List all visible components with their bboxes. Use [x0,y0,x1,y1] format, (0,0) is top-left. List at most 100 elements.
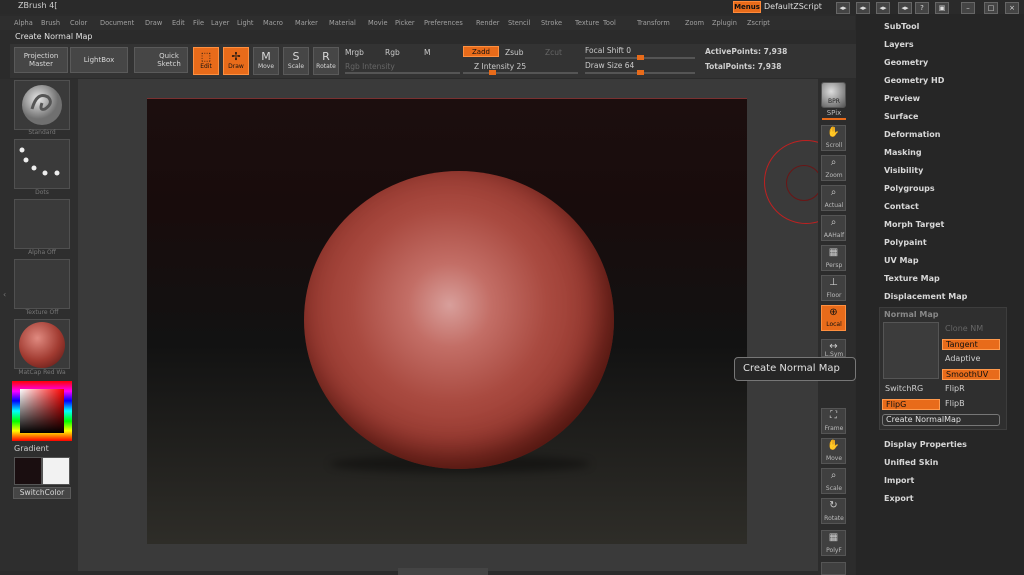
bottom-tray-handle[interactable] [398,568,488,575]
quick-sketch-button[interactable]: Quick Sketch [134,47,188,73]
scale-button[interactable]: S Scale [283,47,309,75]
menu-file[interactable]: File [193,19,204,27]
palette-display-properties[interactable]: Display Properties [884,440,967,449]
palette-preview[interactable]: Preview [884,94,920,103]
clone-nm-button[interactable]: Clone NM [942,324,1000,335]
palette-visibility[interactable]: Visibility [884,166,923,175]
projection-master-button[interactable]: Projection Master [14,47,68,73]
draw-size-slider[interactable]: Draw Size 64 [585,61,634,70]
menu-macro[interactable]: Macro [263,19,283,27]
palette-deformation[interactable]: Deformation [884,130,940,139]
flipb-toggle[interactable]: FlipB [942,399,1000,410]
focal-shift-slider[interactable]: Focal Shift 0 [585,46,631,55]
switchrg-toggle[interactable]: SwitchRG [882,384,940,395]
zsub-button[interactable]: Zsub [505,48,524,57]
texture-thumbnail[interactable] [14,259,70,309]
gradient-label[interactable]: Gradient [14,444,49,453]
palette-surface[interactable]: Surface [884,112,918,121]
window-close-icon[interactable]: × [1005,2,1019,14]
menu-zoom[interactable]: Zoom [685,19,704,27]
menu-layer[interactable]: Layer [211,19,229,27]
tangent-toggle[interactable]: Tangent [942,339,1000,350]
stroke-thumbnail[interactable] [14,139,70,189]
menu-movie[interactable]: Movie [368,19,388,27]
help-icon[interactable]: ? [915,2,929,14]
menu-preferences[interactable]: Preferences [424,19,463,27]
create-normalmap-button[interactable]: Create NormalMap [882,414,1000,426]
switch-color-button[interactable]: SwitchColor [13,487,71,499]
palette-polygroups[interactable]: Polygroups [884,184,935,193]
palette-geometry[interactable]: Geometry [884,58,928,67]
brush-thumbnail[interactable] [14,80,70,130]
window-maximize-icon[interactable]: □ [984,2,998,14]
nav-left-icon[interactable]: ◂▸ [836,2,850,14]
spix-slider[interactable]: SPix [817,109,851,117]
menu-material[interactable]: Material [329,19,356,27]
palette-layers[interactable]: Layers [884,40,914,49]
palette-displacement-map[interactable]: Displacement Map [884,292,967,301]
rgb-button[interactable]: Rgb [385,48,400,57]
menu-tool[interactable]: Tool [603,19,616,27]
zcut-button[interactable]: Zcut [545,48,562,57]
palette-import[interactable]: Import [884,476,914,485]
menu-zscript[interactable]: Zscript [747,19,770,27]
normal-map-header[interactable]: Normal Map [884,310,938,319]
secondary-color-swatch[interactable] [42,457,70,485]
palette-morph-target[interactable]: Morph Target [884,220,944,229]
palette-subtool[interactable]: SubTool [884,22,919,31]
transp-button[interactable] [821,562,846,575]
palette-contact[interactable]: Contact [884,202,919,211]
color-picker[interactable] [12,381,72,441]
smoothuv-toggle[interactable]: SmoothUV [942,369,1000,380]
menu-texture[interactable]: Texture [575,19,599,27]
alpha-thumbnail[interactable] [14,199,70,249]
flipr-toggle[interactable]: FlipR [942,384,1000,395]
zadd-button[interactable]: Zadd [463,46,499,57]
menu-render[interactable]: Render [476,19,499,27]
menus-button[interactable]: Menus [733,1,761,13]
menu-light[interactable]: Light [237,19,253,27]
sculpt-sphere[interactable] [304,171,614,469]
menu-draw[interactable]: Draw [145,19,162,27]
palette-unified-skin[interactable]: Unified Skin [884,458,938,467]
nav-icon[interactable]: ◂▸ [876,2,890,14]
menu-alpha[interactable]: Alpha [14,19,33,27]
menu-edit[interactable]: Edit [172,19,185,27]
menu-color[interactable]: Color [70,19,87,27]
nav-icon-2[interactable]: ◂▸ [898,2,912,14]
material-thumbnail[interactable] [14,319,70,369]
palette-masking[interactable]: Masking [884,148,922,157]
draw-button[interactable]: ✢ Draw [223,47,249,75]
nav-right-icon[interactable]: ◂▸ [856,2,870,14]
window-minimize-icon[interactable]: – [961,2,975,14]
lock-icon[interactable]: ▣ [935,2,949,14]
palette-polypaint[interactable]: Polypaint [884,238,927,247]
menu-marker[interactable]: Marker [295,19,318,27]
menu-stroke[interactable]: Stroke [541,19,562,27]
m-button[interactable]: M [424,48,430,57]
left-tray-arrow-icon[interactable]: ‹ [3,290,9,304]
rotate-button[interactable]: R Rotate [313,47,339,75]
menu-transform[interactable]: Transform [637,19,670,27]
palette-texture-map[interactable]: Texture Map [884,274,940,283]
palette-uv-map[interactable]: UV Map [884,256,919,265]
rgb-intensity-track[interactable] [345,72,460,74]
lightbox-button[interactable]: LightBox [70,47,128,73]
z-intensity-slider[interactable]: Z Intensity 25 [474,62,526,71]
main-color-swatch[interactable] [14,457,42,485]
menu-zplugin[interactable]: Zplugin [712,19,737,27]
focal-shift-track[interactable] [585,55,695,60]
palette-export[interactable]: Export [884,494,914,503]
palette-geometry-hd[interactable]: Geometry HD [884,76,944,85]
mrgb-button[interactable]: Mrgb [345,48,364,57]
menu-brush[interactable]: Brush [41,19,60,27]
menu-picker[interactable]: Picker [395,19,415,27]
spix-track[interactable] [822,118,846,120]
z-intensity-knob[interactable] [488,70,496,75]
rgb-intensity-slider[interactable]: Rgb Intensity [345,62,395,71]
adaptive-toggle[interactable]: Adaptive [942,354,1000,365]
focal-shift-knob[interactable] [637,55,644,60]
draw-size-knob[interactable] [637,70,644,75]
menu-document[interactable]: Document [100,19,134,27]
default-zscript-button[interactable]: DefaultZScript [764,2,822,11]
